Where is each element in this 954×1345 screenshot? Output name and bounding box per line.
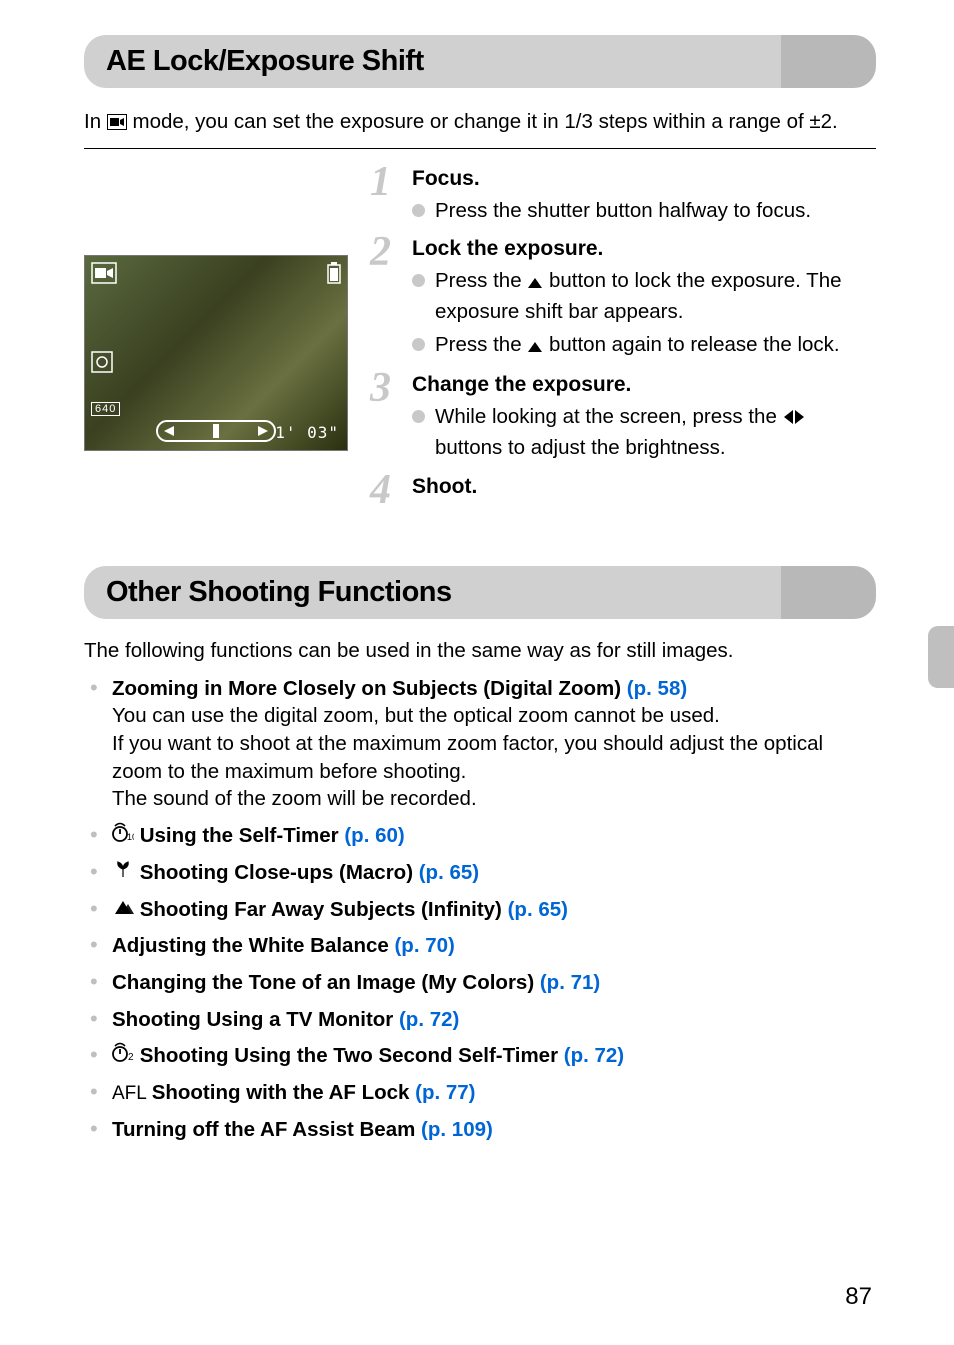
bullet-text: Press the button to lock the exposure. T… bbox=[435, 267, 876, 326]
page-link[interactable]: (p. 72) bbox=[399, 1008, 459, 1031]
section-heading-other-functions: Other Shooting Functions bbox=[84, 566, 876, 619]
list-item: 10 Using the Self-Timer (p. 60) bbox=[84, 822, 876, 850]
exposure-shift-bar bbox=[156, 420, 276, 442]
page-link[interactable]: (p. 65) bbox=[419, 861, 479, 884]
func-title: Shooting Using a TV Monitor bbox=[112, 1008, 399, 1031]
step-number: 4 bbox=[370, 466, 391, 514]
step-title: Change the exposure. bbox=[412, 373, 876, 397]
bullet-text: Press the shutter button halfway to focu… bbox=[435, 197, 811, 226]
bullet-icon bbox=[412, 338, 425, 351]
t: Shooting with the AF Lock bbox=[146, 1081, 415, 1104]
side-tab bbox=[928, 626, 954, 688]
intro-post: mode, you can set the exposure or change… bbox=[127, 110, 838, 133]
step-bullet: While looking at the screen, press the b… bbox=[412, 403, 876, 462]
bullet-text: While looking at the screen, press the b… bbox=[435, 403, 876, 462]
list-item: Shooting Using a TV Monitor (p. 72) bbox=[84, 1006, 876, 1034]
step-2: 2 Lock the exposure. Press the button to… bbox=[376, 237, 876, 361]
t: buttons to adjust the brightness. bbox=[435, 436, 726, 459]
example-photo: 640 1' 03" bbox=[84, 255, 348, 451]
page-link[interactable]: (p. 60) bbox=[344, 824, 404, 847]
page-link[interactable]: (p. 109) bbox=[421, 1118, 493, 1141]
bullet-icon bbox=[412, 204, 425, 217]
movie-rec-icon bbox=[91, 262, 117, 290]
t: Press the bbox=[435, 333, 527, 356]
steps-column: 1 Focus. Press the shutter button halfwa… bbox=[376, 167, 876, 511]
list-item: Turning off the AF Assist Beam (p. 109) bbox=[84, 1116, 876, 1144]
intro-paragraph: In mode, you can set the exposure or cha… bbox=[84, 108, 876, 138]
list-item: Shooting Close-ups (Macro) (p. 65) bbox=[84, 859, 876, 887]
step-bullet: Press the button to lock the exposure. T… bbox=[412, 267, 876, 326]
page-link[interactable]: (p. 70) bbox=[394, 934, 454, 957]
page-link[interactable]: (p. 58) bbox=[627, 677, 687, 700]
self-timer-10-icon: 10 bbox=[112, 822, 134, 850]
page-link[interactable]: (p. 77) bbox=[415, 1081, 475, 1104]
t: button again to release the lock. bbox=[543, 333, 839, 356]
page-link[interactable]: (p. 72) bbox=[564, 1044, 624, 1067]
t: Shooting Close-ups (Macro) bbox=[134, 861, 419, 884]
bullet-text: Press the button again to release the lo… bbox=[435, 331, 840, 362]
heading-text: Other Shooting Functions bbox=[106, 576, 854, 609]
bullet-icon bbox=[412, 410, 425, 423]
macro-icon bbox=[112, 859, 134, 887]
func-title: AFL Shooting with the AF Lock bbox=[112, 1081, 415, 1104]
step-title: Lock the exposure. bbox=[412, 237, 876, 261]
page-link[interactable]: (p. 71) bbox=[540, 971, 600, 994]
functions-intro: The following functions can be used in t… bbox=[84, 639, 876, 663]
mode-indicator-icon bbox=[91, 351, 113, 379]
t: Using the Self-Timer bbox=[134, 824, 344, 847]
self-timer-2-icon: 2 bbox=[112, 1042, 134, 1070]
list-item: Zooming in More Closely on Subjects (Dig… bbox=[84, 675, 876, 813]
list-item: AFL Shooting with the AF Lock (p. 77) bbox=[84, 1079, 876, 1107]
func-title: 10 Using the Self-Timer bbox=[112, 824, 344, 847]
list-item: Shooting Far Away Subjects (Infinity) (p… bbox=[84, 896, 876, 924]
t: While looking at the screen, press the bbox=[435, 405, 783, 428]
step-4: 4 Shoot. bbox=[376, 475, 876, 499]
step-3: 3 Change the exposure. While looking at … bbox=[376, 373, 876, 462]
step-title: Focus. bbox=[412, 167, 876, 191]
divider bbox=[84, 148, 876, 149]
func-title: Changing the Tone of an Image (My Colors… bbox=[112, 971, 540, 994]
t: Shooting Far Away Subjects (Infinity) bbox=[134, 898, 508, 921]
photo-time: 1' 03" bbox=[275, 423, 339, 442]
page-link[interactable]: (p. 65) bbox=[508, 898, 568, 921]
func-title: Turning off the AF Assist Beam bbox=[112, 1118, 421, 1141]
func-title: Shooting Far Away Subjects (Infinity) bbox=[112, 898, 508, 921]
section-heading-ae-lock: AE Lock/Exposure Shift bbox=[84, 35, 876, 88]
functions-list: Zooming in More Closely on Subjects (Dig… bbox=[84, 675, 876, 1143]
step-number: 1 bbox=[370, 158, 391, 206]
svg-text:10: 10 bbox=[127, 832, 134, 842]
resolution-indicator: 640 bbox=[91, 402, 120, 416]
step-1: 1 Focus. Press the shutter button halfwa… bbox=[376, 167, 876, 226]
t: Shooting Using the Two Second Self-Timer bbox=[134, 1044, 564, 1067]
af-lock-icon: AFL bbox=[112, 1081, 146, 1107]
heading-text: AE Lock/Exposure Shift bbox=[106, 45, 854, 78]
left-right-arrow-icon bbox=[783, 405, 805, 434]
steps-wrap: 640 1' 03" 1 Focus. Press the shutter bu… bbox=[84, 167, 876, 511]
step-number: 2 bbox=[370, 228, 391, 276]
step-bullet: Press the button again to release the lo… bbox=[412, 331, 876, 362]
func-desc: You can use the digital zoom, but the op… bbox=[112, 704, 823, 810]
page-number: 87 bbox=[845, 1283, 872, 1311]
func-title: Adjusting the White Balance bbox=[112, 934, 394, 957]
intro-pre: In bbox=[84, 110, 107, 133]
battery-icon bbox=[327, 262, 341, 289]
list-item: Adjusting the White Balance (p. 70) bbox=[84, 932, 876, 960]
list-item: 2 Shooting Using the Two Second Self-Tim… bbox=[84, 1042, 876, 1070]
step-number: 3 bbox=[370, 364, 391, 412]
bullet-icon bbox=[412, 274, 425, 287]
movie-mode-icon bbox=[107, 110, 127, 138]
infinity-icon bbox=[112, 896, 134, 924]
func-title: 2 Shooting Using the Two Second Self-Tim… bbox=[112, 1044, 564, 1067]
step-title: Shoot. bbox=[412, 475, 876, 499]
func-title: Zooming in More Closely on Subjects (Dig… bbox=[112, 677, 627, 700]
up-arrow-icon bbox=[527, 333, 543, 362]
up-arrow-icon bbox=[527, 269, 543, 298]
func-title: Shooting Close-ups (Macro) bbox=[112, 861, 419, 884]
list-item: Changing the Tone of an Image (My Colors… bbox=[84, 969, 876, 997]
t: Press the bbox=[435, 269, 527, 292]
step-bullet: Press the shutter button halfway to focu… bbox=[412, 197, 876, 226]
